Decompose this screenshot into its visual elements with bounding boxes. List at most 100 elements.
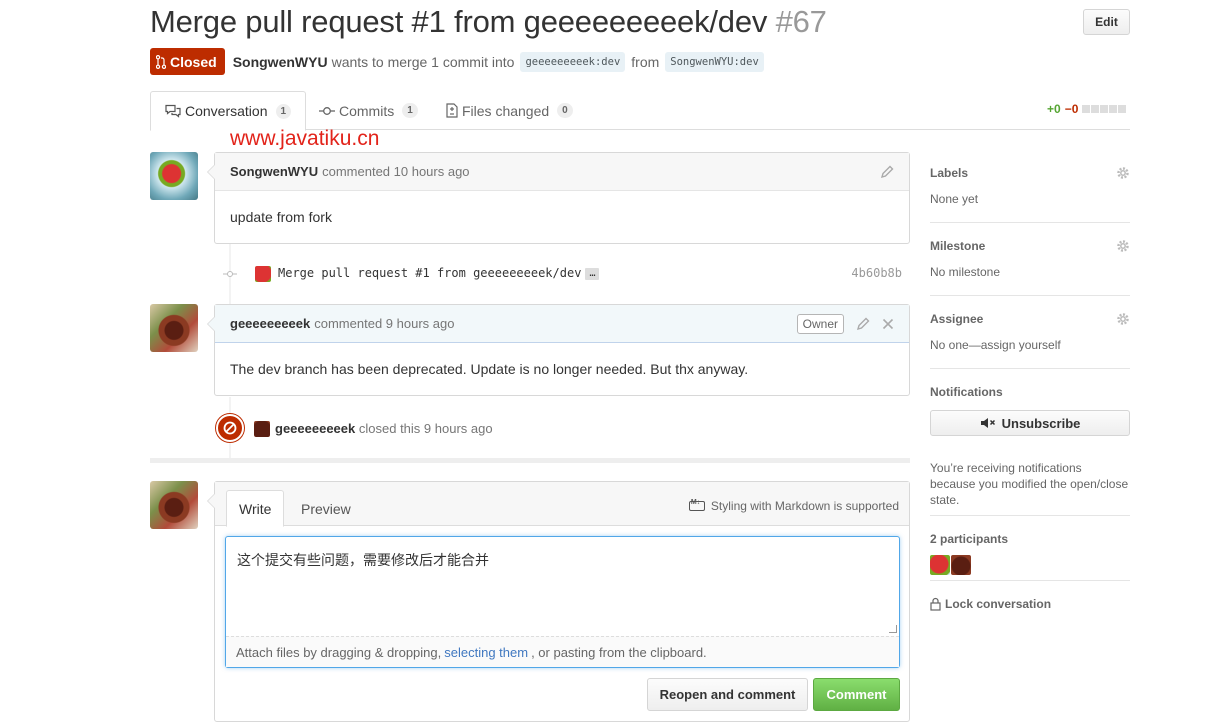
tab-files-changed[interactable]: Files changed 0 [446, 91, 573, 130]
resize-handle[interactable] [889, 625, 897, 633]
watermark: www.javatiku.cn [230, 127, 380, 150]
tab-commits[interactable]: Commits 1 [319, 91, 418, 130]
gear-icon[interactable] [1116, 239, 1130, 253]
closed-event: geeeeeeeeek closed this 9 hours ago [214, 413, 910, 443]
timeline-separator [150, 458, 910, 463]
commit-message-text: Merge pull request #1 from geeeeeeeeek/d… [278, 266, 582, 280]
milestone-title: Milestone [930, 239, 986, 253]
comment-author[interactable]: geeeeeeeeek [230, 316, 310, 331]
comment-timestamp[interactable]: commented 10 hours ago [322, 164, 469, 179]
lock-icon [930, 597, 941, 611]
diffstat-deletions: −0 [1064, 102, 1079, 116]
head-branch[interactable]: SongwenWYU:dev [665, 51, 764, 72]
pr-title-text: Merge pull request #1 from geeeeeeeeek/d… [150, 4, 768, 39]
sidebar: Labels None yet Milestone No milestone A… [930, 150, 1130, 621]
comment-1: SongwenWYU commented 10 hours ago update… [207, 152, 910, 244]
pencil-icon[interactable] [880, 165, 894, 179]
pr-tabs: Conversation 1 Commits 1 Files changed 0 [150, 91, 1130, 131]
comment-header: geeeeeeeeek commented 9 hours ago Owner [215, 305, 909, 343]
diffstat: +0 −0 [1047, 102, 1127, 116]
current-user-avatar[interactable] [150, 481, 198, 529]
file-diff-icon [446, 103, 458, 118]
state-label: Closed [170, 53, 217, 70]
git-pull-request-icon [156, 54, 166, 69]
attach-files-bar[interactable]: Attach files by dragging & dropping, sel… [226, 636, 899, 667]
markdown-icon [688, 499, 705, 511]
labels-title: Labels [930, 166, 969, 180]
comment-timestamp[interactable]: commented 9 hours ago [314, 316, 454, 331]
tab-conversation[interactable]: Conversation 1 [150, 91, 307, 131]
comment-body: update from fork [230, 209, 332, 225]
tab-conversation-count: 1 [275, 103, 292, 119]
circle-slash-icon [216, 414, 244, 442]
git-commit-icon [319, 106, 335, 115]
pr-meta-text: wants to merge 1 commit into [331, 53, 515, 70]
edit-button[interactable]: Edit [1083, 9, 1130, 35]
attach-suffix: , or pasting from the clipboard. [531, 644, 707, 660]
markdown-note[interactable]: Styling with Markdown is supported [688, 499, 899, 513]
close-icon[interactable] [882, 318, 894, 330]
comment-textarea-value: 这个提交有些问题，需要修改后才能合并 [237, 553, 489, 569]
comment-header: SongwenWYU commented 10 hours ago [215, 153, 909, 191]
closed-actor-avatar[interactable] [254, 421, 270, 437]
participants-list [930, 555, 971, 575]
sidebar-participants: 2 participants [930, 516, 1130, 581]
commit-message[interactable]: Merge pull request #1 from geeeeeeeeek/d… [278, 266, 600, 280]
sidebar-assignee: Assignee No one—assign yourself [930, 296, 1130, 369]
tab-preview[interactable]: Preview [289, 490, 363, 527]
sidebar-notifications: Notifications Unsubscribe You’re receivi… [930, 369, 1130, 516]
participant-avatar[interactable] [930, 555, 950, 575]
pr-author-link[interactable]: SongwenWYU [233, 54, 328, 70]
avatar-songwenwyu[interactable] [150, 152, 198, 200]
gear-icon[interactable] [1116, 312, 1130, 326]
closed-event-time: closed this 9 hours ago [358, 421, 493, 436]
notifications-title: Notifications [930, 385, 1003, 399]
sidebar-labels: Labels None yet [930, 150, 1130, 223]
commit-author-avatar[interactable] [255, 266, 271, 282]
comment-body: The dev branch has been deprecated. Upda… [230, 361, 749, 377]
lock-conversation[interactable]: Lock conversation [930, 581, 1130, 621]
pr-number: #67 [775, 4, 827, 39]
pencil-icon[interactable] [856, 317, 870, 331]
participants-title: 2 participants [930, 532, 1009, 546]
milestone-value: No milestone [930, 265, 1001, 279]
comment-actions [880, 165, 894, 179]
mute-icon [980, 418, 995, 428]
markdown-note-text: Styling with Markdown is supported [710, 499, 899, 513]
comment-button[interactable]: Comment [813, 678, 900, 711]
base-branch[interactable]: geeeeeeeeek:dev [520, 51, 626, 72]
from-text: from [631, 53, 660, 70]
comment-form-tabs: Write Preview Styling with Markdown is s… [215, 482, 909, 527]
tab-files-changed-label: Files changed [462, 102, 550, 119]
participant-avatar[interactable] [951, 555, 971, 575]
pr-title: Merge pull request #1 from geeeeeeeeek/d… [150, 4, 827, 40]
avatar-geeeeeeeeek[interactable] [150, 304, 198, 352]
commit-sha[interactable]: 4b60b8b [851, 266, 902, 280]
tab-files-changed-count: 0 [557, 103, 573, 118]
reopen-and-comment-button[interactable]: Reopen and comment [647, 678, 808, 711]
unsubscribe-button[interactable]: Unsubscribe [930, 410, 1130, 436]
assign-yourself-link[interactable]: No one—assign yourself [930, 338, 1061, 352]
select-files-link[interactable]: selecting them [444, 645, 528, 660]
tab-conversation-label: Conversation [185, 103, 268, 119]
labels-value: None yet [930, 192, 979, 206]
comment-discussion-icon [165, 104, 181, 118]
tab-write[interactable]: Write [226, 490, 285, 527]
commit-event: Merge pull request #1 from geeeeeeeeek/d… [214, 263, 910, 285]
gear-icon[interactable] [1116, 166, 1130, 180]
sidebar-milestone: Milestone No milestone [930, 223, 1130, 296]
diffstat-blocks [1082, 105, 1127, 113]
closed-actor[interactable]: geeeeeeeeek [275, 421, 355, 436]
state-badge: Closed [150, 48, 225, 75]
new-comment-form: Write Preview Styling with Markdown is s… [207, 481, 910, 722]
comment-actions: Owner [796, 313, 894, 334]
attach-prefix: Attach files by dragging & dropping, [236, 644, 442, 660]
comment-textarea[interactable]: 这个提交有些问题，需要修改后才能合并 Attach files by dragg… [225, 536, 900, 668]
tab-commits-label: Commits [339, 102, 395, 119]
pr-meta: Closed SongwenWYU wants to merge 1 commi… [150, 48, 770, 75]
git-commit-icon [223, 268, 237, 280]
commit-expand-button[interactable]: … [585, 267, 600, 280]
assignee-title: Assignee [930, 312, 984, 326]
comment-author[interactable]: SongwenWYU [230, 164, 318, 179]
owner-badge: Owner [796, 313, 844, 334]
